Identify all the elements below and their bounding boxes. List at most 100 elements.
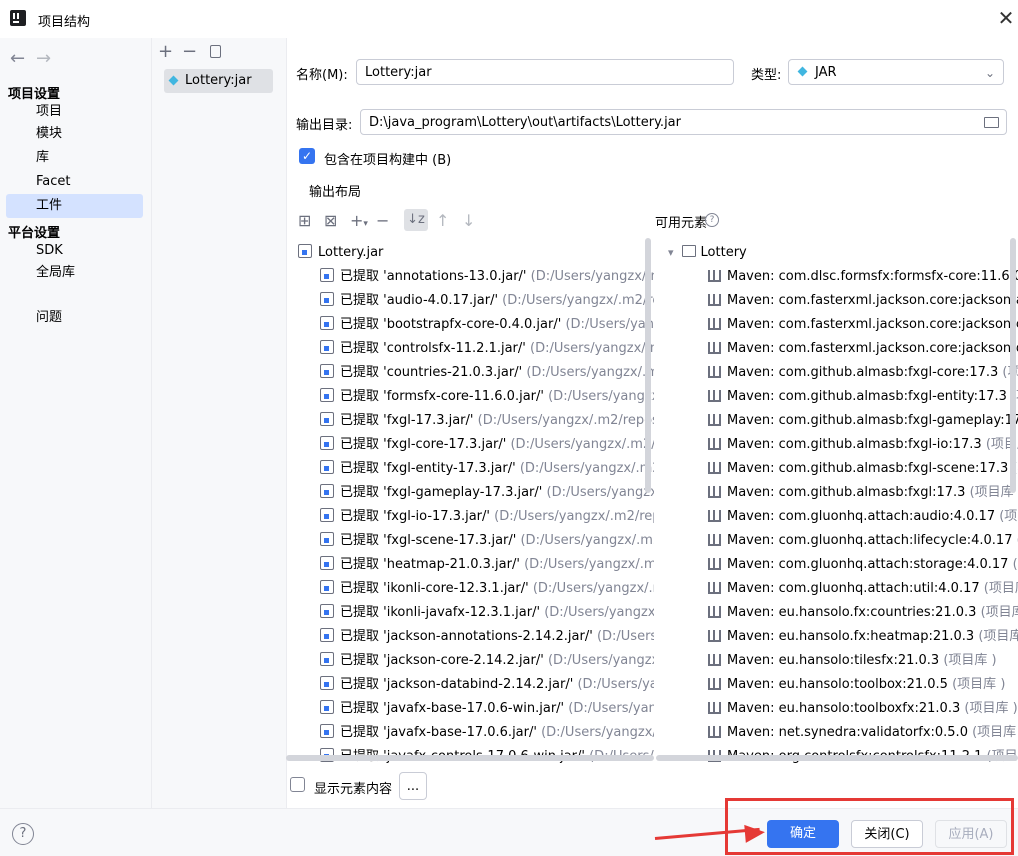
tree-item-library[interactable]: Maven: eu.hansolo.fx:countries:21.0.3 (项… <box>668 601 1018 625</box>
tree-item-library[interactable]: Maven: com.github.almasb:fxgl-core:17.3 … <box>668 361 1018 385</box>
library-icon <box>708 270 721 282</box>
tree-item-extracted[interactable]: 已提取 'fxgl-io-17.3.jar/' (D:/Users/yangzx… <box>298 505 654 529</box>
move-up-icon[interactable]: ↑ <box>436 211 449 230</box>
tree-item-library[interactable]: Maven: com.github.almasb:fxgl:17.3 (项目库 … <box>668 481 1018 505</box>
name-input[interactable]: Lottery:jar <box>356 59 734 85</box>
tree-item-extracted[interactable]: 已提取 'countries-21.0.3.jar/' (D:/Users/ya… <box>298 361 654 385</box>
extracted-jar-icon <box>320 604 334 618</box>
extracted-jar-icon <box>320 580 334 594</box>
scrollbar-horizontal[interactable] <box>286 755 654 761</box>
tree-item-library[interactable]: Maven: com.github.almasb:fxgl-entity:17.… <box>668 385 1018 409</box>
show-content-checkbox[interactable] <box>290 777 305 792</box>
sidebar-item-sdk[interactable]: SDK <box>36 240 136 262</box>
close-icon[interactable]: ✕ <box>996 8 1016 28</box>
help-circle-icon[interactable]: ? <box>705 213 719 227</box>
add-copy-icon[interactable]: +▾ <box>350 211 368 230</box>
library-icon <box>708 462 721 474</box>
type-select-value: JAR <box>815 65 837 80</box>
include-in-build-checkbox[interactable]: ✓ <box>299 148 315 164</box>
sidebar-item-artifacts[interactable]: 工件 <box>36 195 136 217</box>
tree-item-library[interactable]: Maven: com.fasterxml.jackson.core:jackso… <box>668 289 1018 313</box>
tree-item-extracted[interactable]: 已提取 'javafx-base-17.0.6.jar/' (D:/Users/… <box>298 721 654 745</box>
include-in-build-label: 包含在项目构建中 (B) <box>324 153 452 168</box>
tree-item-library[interactable]: Maven: eu.hansolo:toolbox:21.0.5 (项目库 ) <box>668 673 1018 697</box>
scrollbar-vertical[interactable] <box>645 238 651 493</box>
remove-element-icon[interactable]: − <box>376 211 389 230</box>
copy-icon[interactable] <box>210 45 221 58</box>
tree-item-library[interactable]: Maven: com.gluonhq.attach:audio:4.0.17 (… <box>668 505 1018 529</box>
tree-item-extracted[interactable]: 已提取 'audio-4.0.17.jar/' (D:/Users/yangzx… <box>298 289 654 313</box>
help-button[interactable]: ? <box>12 823 34 845</box>
tree-item-library[interactable]: Maven: com.gluonhq.attach:util:4.0.17 (项… <box>668 577 1018 601</box>
library-icon <box>708 558 721 570</box>
remove-icon[interactable]: − <box>182 41 197 62</box>
tree-item-extracted[interactable]: 已提取 'controlsfx-11.2.1.jar/' (D:/Users/y… <box>298 337 654 361</box>
tree-item-library[interactable]: Maven: com.fasterxml.jackson.core:jackso… <box>668 337 1018 361</box>
tree-item-extracted[interactable]: 已提取 'formsfx-core-11.6.0.jar/' (D:/Users… <box>298 385 654 409</box>
more-button[interactable]: ... <box>399 772 427 800</box>
tree-item-extracted[interactable]: 已提取 'jackson-core-2.14.2.jar/' (D:/Users… <box>298 649 654 673</box>
tree-item-library[interactable]: Maven: eu.hansolo:toolboxfx:21.0.3 (项目库 … <box>668 697 1018 721</box>
tree-item-library[interactable]: Maven: com.dlsc.formsfx:formsfx-core:11.… <box>668 265 1018 289</box>
sidebar-item-facets[interactable]: Facet <box>36 171 136 193</box>
library-icon <box>708 630 721 642</box>
type-select[interactable]: JAR ⌄ <box>788 59 1004 85</box>
extracted-jar-icon <box>320 628 334 642</box>
arrow-left-icon[interactable]: ← <box>10 48 25 69</box>
tree-item-extracted[interactable]: 已提取 'fxgl-entity-17.3.jar/' (D:/Users/ya… <box>298 457 654 481</box>
tree-item-library[interactable]: Maven: com.gluonhq.attach:lifecycle:4.0.… <box>668 529 1018 553</box>
add-icon[interactable]: + <box>158 41 173 62</box>
library-icon <box>708 390 721 402</box>
tree-item-extracted[interactable]: 已提取 'ikonli-javafx-12.3.1.jar/' (D:/User… <box>298 601 654 625</box>
tree-item-library[interactable]: Maven: eu.hansolo:tilesfx:21.0.3 (项目库 ) <box>668 649 1018 673</box>
tree-item-extracted[interactable]: 已提取 'annotations-13.0.jar/' (D:/Users/ya… <box>298 265 654 289</box>
tree-item-extracted[interactable]: 已提取 'heatmap-21.0.3.jar/' (D:/Users/yang… <box>298 553 654 577</box>
tree-item-library[interactable]: Maven: com.fasterxml.jackson.core:jackso… <box>668 313 1018 337</box>
tree-item-extracted[interactable]: 已提取 'fxgl-scene-17.3.jar/' (D:/Users/yan… <box>298 529 654 553</box>
library-icon <box>708 654 721 666</box>
move-down-icon[interactable]: ↓ <box>462 211 475 230</box>
tree-item-library[interactable]: Maven: com.github.almasb:fxgl-gameplay:1… <box>668 409 1018 433</box>
sidebar-item-modules[interactable]: 模块 <box>36 123 136 145</box>
new-directory-icon[interactable]: ⊞ <box>298 211 311 230</box>
scrollbar-horizontal[interactable] <box>656 755 1018 761</box>
tree-item-extracted[interactable]: 已提取 'ikonli-core-12.3.1.jar/' (D:/Users/… <box>298 577 654 601</box>
chevron-down-icon[interactable]: ▾ <box>668 246 674 259</box>
sidebar-item-global-libraries[interactable]: 全局库 <box>36 262 136 284</box>
library-icon <box>708 582 721 594</box>
extracted-jar-icon <box>320 412 334 426</box>
extracted-jar-icon <box>320 340 334 354</box>
output-dir-input[interactable]: D:\java_program\Lottery\out\artifacts\Lo… <box>360 109 1007 135</box>
tree-item-library[interactable]: Maven: net.synedra:validatorfx:0.5.0 (项目… <box>668 721 1018 745</box>
sidebar-item-libraries[interactable]: 库 <box>36 147 136 169</box>
sidebar-item-problems[interactable]: 问题 <box>36 307 136 329</box>
library-icon <box>708 438 721 450</box>
sort-icon[interactable]: ↓z <box>404 209 428 231</box>
extracted-jar-icon <box>320 268 334 282</box>
tab-output-layout[interactable]: 输出布局 <box>309 181 361 200</box>
tree-item-extracted[interactable]: 已提取 'jackson-databind-2.14.2.jar/' (D:/U… <box>298 673 654 697</box>
tree-item-library[interactable]: Maven: com.github.almasb:fxgl-io:17.3 (项… <box>668 433 1018 457</box>
arrow-right-icon[interactable]: → <box>36 48 51 69</box>
tree-item-extracted[interactable]: 已提取 'fxgl-core-17.3.jar/' (D:/Users/yang… <box>298 433 654 457</box>
available-elements-tree: ▾ Lottery Maven: com.dlsc.formsfx:formsfx… <box>668 241 1018 763</box>
extracted-jar-icon <box>320 652 334 666</box>
scrollbar-vertical[interactable] <box>1010 238 1016 493</box>
tree-item-extracted[interactable]: 已提取 'fxgl-gameplay-17.3.jar/' (D:/Users/… <box>298 481 654 505</box>
tree-item-extracted[interactable]: 已提取 'javafx-base-17.0.6-win.jar/' (D:/Us… <box>298 697 654 721</box>
tree-root-module[interactable]: ▾ Lottery <box>668 241 1018 265</box>
create-archive-icon[interactable]: ⊠ <box>324 211 337 230</box>
extracted-jar-icon <box>320 484 334 498</box>
tree-item-library[interactable]: Maven: eu.hansolo.fx:heatmap:21.0.3 (项目库… <box>668 625 1018 649</box>
tree-item-library[interactable]: Maven: com.gluonhq.attach:storage:4.0.17… <box>668 553 1018 577</box>
tree-item-extracted[interactable]: 已提取 'fxgl-17.3.jar/' (D:/Users/yangzx/.m… <box>298 409 654 433</box>
tree-item-extracted[interactable]: 已提取 'jackson-annotations-2.14.2.jar/' (D… <box>298 625 654 649</box>
tree-item-extracted[interactable]: 已提取 'bootstrapfx-core-0.4.0.jar/' (D:/Us… <box>298 313 654 337</box>
title-bar <box>0 0 1018 38</box>
folder-icon[interactable] <box>984 117 999 128</box>
tree-root-jar[interactable]: Lottery.jar <box>298 241 654 265</box>
jar-icon <box>298 244 312 258</box>
library-icon <box>708 342 721 354</box>
sidebar-item-project[interactable]: 项目 <box>36 101 136 123</box>
tree-item-library[interactable]: Maven: com.github.almasb:fxgl-scene:17.3… <box>668 457 1018 481</box>
